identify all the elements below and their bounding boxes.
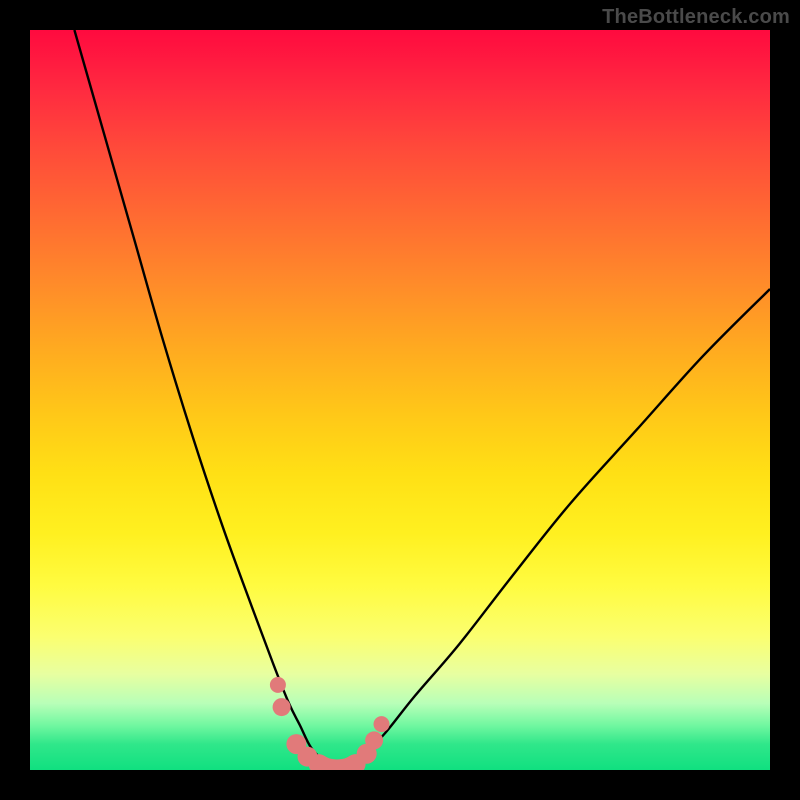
valley-pill	[319, 764, 356, 769]
right-branch-curve	[341, 289, 770, 770]
valley-dot	[365, 731, 383, 749]
valley-dot	[270, 677, 286, 693]
left-branch-curve	[74, 30, 340, 770]
chart-frame: TheBottleneck.com	[0, 0, 800, 800]
valley-dot	[374, 716, 390, 732]
valley-markers-group	[270, 677, 390, 770]
valley-dot	[273, 698, 291, 716]
watermark-text: TheBottleneck.com	[602, 6, 790, 29]
plot-area	[30, 30, 770, 770]
curve-layer	[30, 30, 770, 770]
valley-dot	[298, 747, 318, 767]
